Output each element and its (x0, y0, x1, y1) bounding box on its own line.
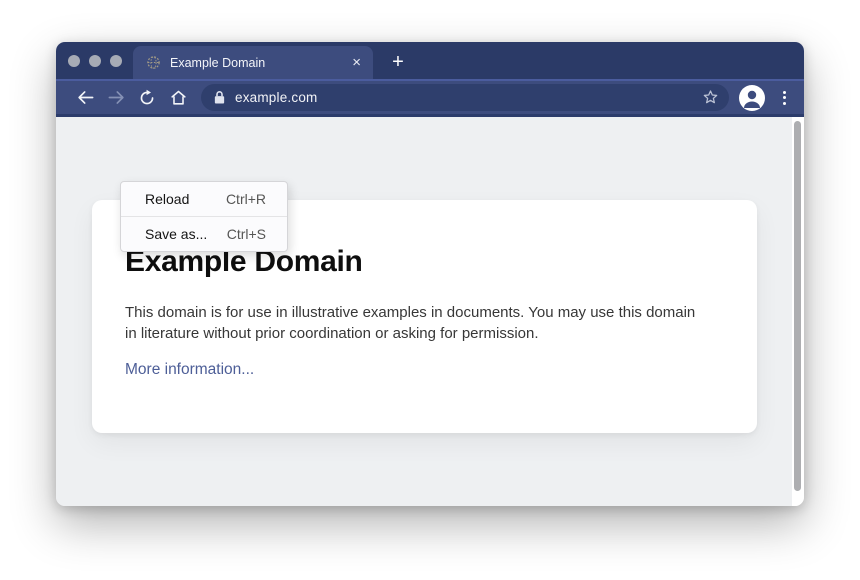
bookmark-star-icon[interactable] (700, 88, 720, 108)
globe-favicon-icon (146, 55, 161, 70)
menu-item-reload[interactable]: Reload Ctrl+R (121, 182, 287, 216)
navigation-toolbar: example.com (56, 79, 804, 117)
page-paragraph: This domain is for use in illustrative e… (125, 302, 711, 344)
scrollbar-thumb[interactable] (794, 121, 801, 491)
browser-window: Example Domain × + (56, 42, 804, 506)
tab-title: Example Domain (170, 56, 352, 70)
forward-icon[interactable] (106, 88, 126, 108)
home-icon[interactable] (168, 88, 188, 108)
window-zoom-button[interactable] (110, 55, 122, 67)
profile-avatar[interactable] (739, 85, 765, 111)
new-tab-button[interactable]: + (386, 49, 410, 75)
desktop-background: Example Domain × + (0, 0, 860, 580)
menu-item-save-as[interactable]: Save as... Ctrl+S (121, 217, 287, 251)
back-icon[interactable] (75, 88, 95, 108)
menu-item-shortcut: Ctrl+S (227, 226, 266, 242)
menu-item-shortcut: Ctrl+R (226, 191, 266, 207)
address-bar[interactable]: example.com (201, 84, 729, 111)
window-minimize-button[interactable] (89, 55, 101, 67)
tab-close-icon[interactable]: × (352, 55, 361, 70)
menu-item-label: Save as... (145, 226, 207, 242)
scrollbar-track (792, 117, 804, 506)
tab-bar: Example Domain × + (56, 42, 804, 79)
tab-example-domain[interactable]: Example Domain × (133, 46, 373, 79)
traffic-lights (68, 55, 122, 67)
page-viewport: Example Domain This domain is for use in… (56, 117, 804, 506)
context-menu: Reload Ctrl+R Save as... Ctrl+S (120, 181, 288, 252)
reload-icon[interactable] (137, 88, 157, 108)
kebab-menu-icon[interactable] (775, 88, 793, 108)
window-close-button[interactable] (68, 55, 80, 67)
url-text: example.com (235, 90, 317, 105)
more-information-link[interactable]: More information... (125, 361, 254, 379)
lock-icon (213, 90, 226, 105)
menu-item-label: Reload (145, 191, 189, 207)
